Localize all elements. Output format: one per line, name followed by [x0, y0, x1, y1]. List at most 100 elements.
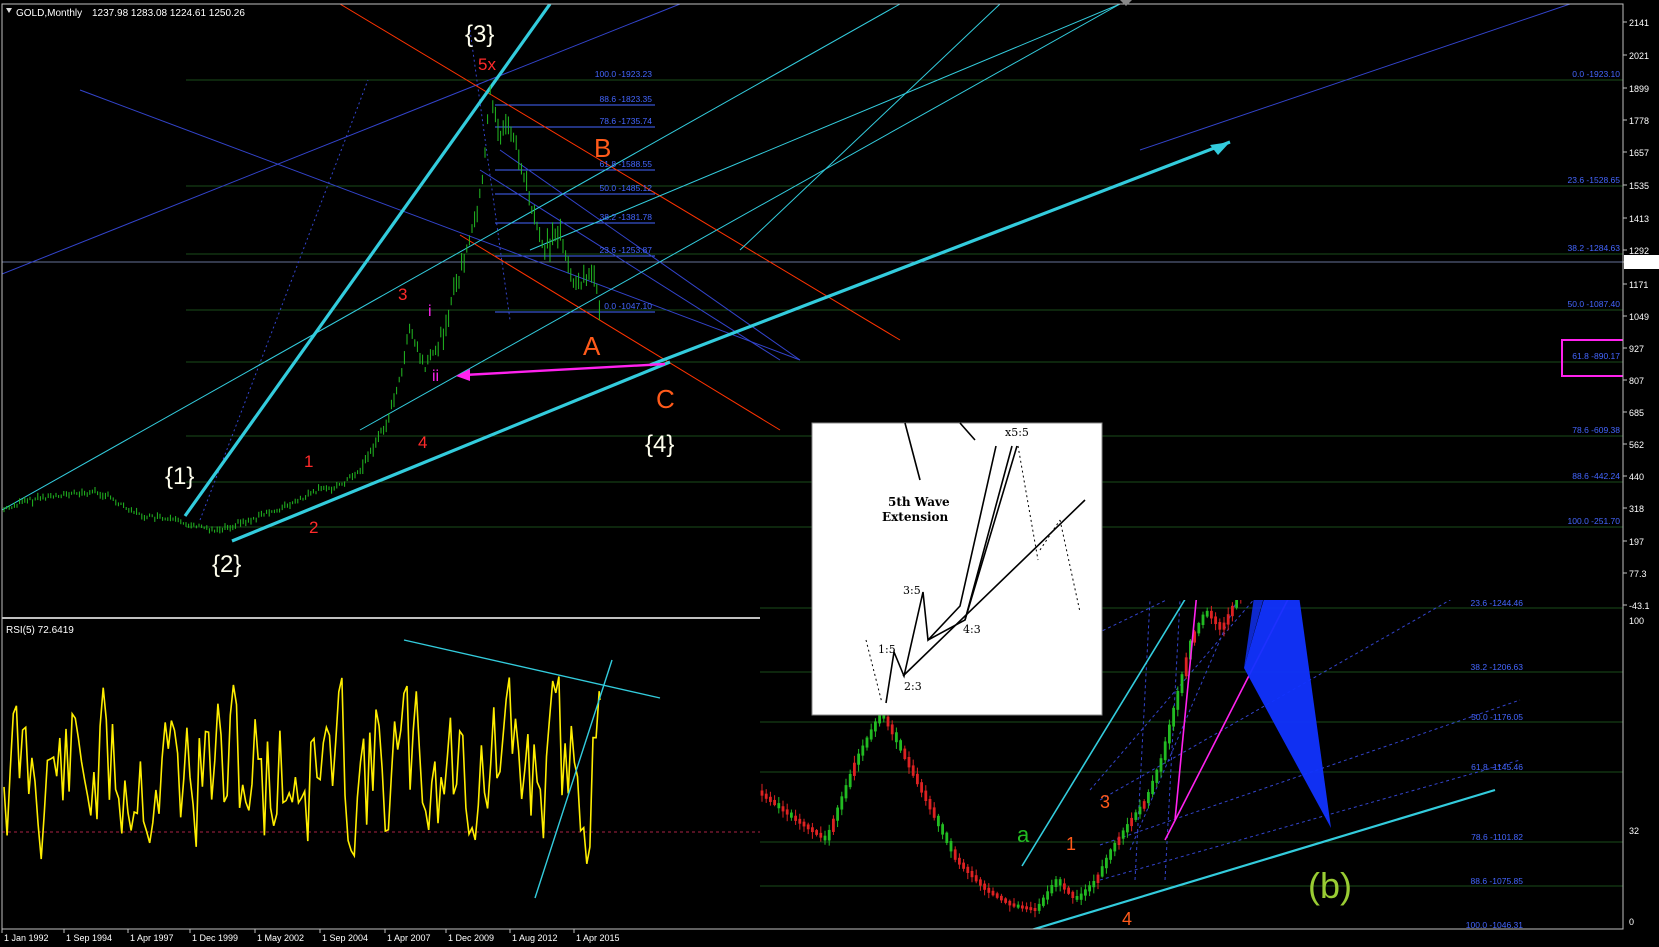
candle-body: [1163, 741, 1167, 761]
candle-body: [823, 835, 827, 841]
menu-triangle-icon[interactable]: [6, 8, 12, 13]
candle-body: [819, 832, 823, 838]
price-tick-label: 1292: [1629, 246, 1649, 256]
fib-label: 78.6 -609.38: [1572, 425, 1620, 435]
time-tick-label: 1 Sep 1994: [66, 933, 112, 943]
price-tick-label: 1049: [1629, 312, 1649, 322]
time-tick-label: 1 Apr 2015: [576, 933, 620, 943]
rsi-axis: 100 32 0: [1629, 616, 1644, 927]
rsi-pane: [2, 639, 760, 899]
candle-body: [916, 773, 919, 785]
fib-label: 88.6 -1823.35: [600, 94, 653, 104]
blue-channel: [2, 4, 1571, 361]
price-bars: [3, 85, 600, 534]
candle-body: [991, 890, 995, 896]
fib-label: 88.6 -442.24: [1572, 471, 1620, 481]
candle-body: [1184, 657, 1188, 677]
price-tick-label: 318: [1629, 504, 1644, 514]
candle-body: [1021, 905, 1024, 909]
candle-body: [1105, 857, 1108, 869]
wave-label-1-inset: 1: [1066, 834, 1076, 854]
candle-body: [848, 773, 852, 788]
candle-body: [1050, 885, 1054, 894]
price-tick-label: 1778: [1629, 116, 1649, 126]
diagram-label-3-5: 3:5: [903, 584, 921, 597]
candle-body: [1269, 559, 1272, 562]
candle-body: [966, 866, 970, 873]
rsi-trendline-bottom: [534, 659, 613, 899]
price-tick-label: 1657: [1629, 148, 1649, 158]
candle-body: [806, 824, 810, 830]
magenta-arrow-icon: [456, 369, 470, 381]
candle-body: [958, 857, 961, 865]
wave-label-a: a: [1017, 822, 1030, 847]
wave-label-a-major: (a): [1258, 407, 1302, 448]
candle-body: [886, 716, 890, 727]
candle-body: [769, 796, 772, 802]
fib-label: 50.0 -1485.12: [600, 183, 653, 193]
candle-body: [1248, 581, 1251, 589]
price-tick-label: 1171: [1629, 280, 1648, 290]
diagram-frame: [811, 422, 1103, 716]
candle-body: [1176, 691, 1180, 710]
fib-label: 78.6 -1101.82: [1471, 832, 1523, 842]
candle-body: [1218, 622, 1222, 630]
candle-body: [1042, 897, 1045, 906]
candle-body: [945, 832, 949, 843]
candle-body: [1037, 903, 1041, 911]
fib-label: 61.8 -890.17: [1572, 351, 1620, 361]
candle-body: [802, 821, 806, 827]
price-tick-label: 1899: [1629, 84, 1649, 94]
candle-body: [995, 893, 999, 898]
candle-body: [970, 871, 974, 878]
candle-body: [773, 799, 776, 806]
candle-body: [1197, 623, 1201, 634]
fib-label: 50.0 -1087.40: [1568, 299, 1621, 309]
magenta-arrow: [463, 362, 666, 377]
fib-label: 23.6 -1528.65: [1568, 175, 1621, 185]
candle-body: [1226, 614, 1230, 625]
candle-body: [1058, 879, 1062, 886]
candle-body: [1025, 906, 1028, 910]
candle-body: [928, 799, 932, 810]
candle-body: [1008, 900, 1012, 906]
candle-body: [790, 812, 793, 818]
wave-label-B: B: [594, 133, 611, 163]
time-tick-label: 1 Jan 1992: [4, 933, 49, 943]
candle-body: [920, 782, 923, 793]
rsi-trendline-top: [403, 639, 661, 699]
current-price-marker: [1624, 255, 1659, 269]
candle-body: [1004, 898, 1007, 903]
candle-body: [798, 818, 802, 824]
candle-body: [1109, 849, 1112, 860]
candle-body: [1180, 674, 1184, 693]
candle-body: [1256, 570, 1259, 578]
candle-body: [1265, 559, 1268, 566]
wave-label-A: A: [583, 331, 601, 361]
price-tick-label: 562: [1629, 440, 1644, 450]
fib-label: 100.0 -1923.23: [595, 69, 652, 79]
fib-label: 38.2 -1381.78: [600, 212, 653, 222]
candle-body: [1126, 824, 1129, 833]
candle-body: [1100, 866, 1104, 877]
candle-body: [869, 729, 873, 740]
wave-label-1: 1: [304, 452, 313, 471]
time-tick-label: 1 Dec 1999: [192, 933, 238, 943]
fib-label: 100.0 -251.70: [1568, 516, 1621, 526]
candle-body: [1088, 885, 1091, 892]
wave-label-2-major: {2}: [212, 551, 241, 578]
cyan-arrow-icon: [1210, 142, 1230, 155]
candle-body: [777, 803, 781, 809]
wave-label-4-major: {4}: [645, 431, 674, 458]
candle-body: [1205, 610, 1209, 617]
fib-label: 78.6 -1735.74: [600, 116, 653, 126]
wave-label-3-inset: 3: [1100, 792, 1110, 812]
candle-body: [924, 790, 928, 801]
candle-body: [1075, 896, 1079, 900]
candle-body: [832, 818, 835, 832]
candle-body: [1252, 576, 1255, 584]
wave-label-2-inset: 2: [1085, 931, 1095, 947]
candle-body: [953, 849, 957, 860]
rsi-tick-label: 0: [1629, 917, 1634, 927]
wave-label-ii: ii: [432, 368, 439, 385]
